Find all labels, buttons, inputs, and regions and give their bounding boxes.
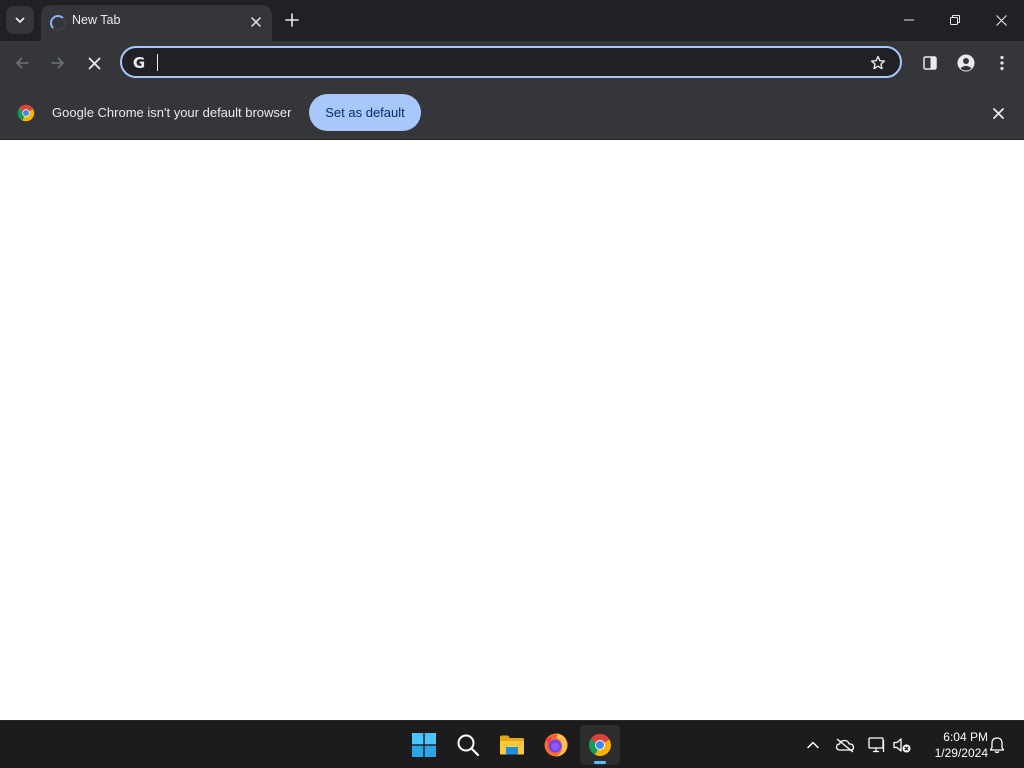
browser-tab[interactable]: New Tab	[41, 5, 272, 41]
volume-button[interactable]	[890, 733, 914, 757]
infobar-message: Google Chrome isn't your default browser	[52, 105, 292, 120]
tab-search-button[interactable]	[6, 6, 34, 34]
search-icon	[457, 734, 480, 757]
profile-button[interactable]	[952, 49, 980, 77]
restore-button[interactable]	[932, 0, 978, 40]
plus-icon	[285, 13, 299, 27]
clock-date: 1/29/2024	[934, 746, 988, 760]
active-app-indicator	[594, 761, 606, 764]
google-search-icon: G	[132, 54, 146, 72]
notifications-button[interactable]	[985, 733, 1009, 757]
more-vertical-icon	[1000, 55, 1004, 71]
arrow-left-icon	[16, 57, 29, 69]
close-icon	[995, 14, 1007, 26]
volume-muted-icon	[893, 738, 911, 753]
tab-close-button[interactable]	[246, 12, 266, 32]
chrome-logo-icon	[17, 104, 35, 122]
windows-taskbar: 6:04 PM 1/29/2024	[0, 720, 1024, 768]
new-tab-button[interactable]	[280, 8, 304, 32]
file-explorer-button[interactable]	[492, 725, 532, 765]
forward-button[interactable]	[44, 49, 72, 77]
back-button[interactable]	[8, 49, 36, 77]
folder-icon	[500, 735, 524, 755]
clock-time: 6:04 PM	[943, 730, 988, 744]
chrome-taskbar-button[interactable]	[580, 725, 620, 765]
minimize-button[interactable]	[886, 0, 932, 40]
tab-title: New Tab	[72, 13, 121, 27]
star-icon	[870, 55, 886, 70]
start-button[interactable]	[404, 725, 444, 765]
onedrive-offline-icon	[835, 738, 855, 753]
firefox-icon	[544, 733, 568, 757]
window-close-button[interactable]	[978, 0, 1024, 40]
infobar-close-button[interactable]	[988, 103, 1008, 123]
network-icon	[868, 737, 885, 753]
windows-logo-icon	[412, 733, 436, 757]
side-panel-icon	[923, 56, 937, 70]
firefox-button[interactable]	[536, 725, 576, 765]
arrow-right-icon	[51, 57, 64, 69]
restore-icon	[950, 15, 960, 25]
close-icon	[251, 17, 261, 27]
loading-spinner-icon	[50, 15, 66, 31]
chrome-icon	[589, 734, 611, 757]
stop-icon	[88, 57, 100, 69]
taskbar-search-button[interactable]	[448, 725, 488, 765]
bookmark-button[interactable]	[868, 53, 888, 73]
text-caret	[157, 54, 158, 71]
show-hidden-icons-button[interactable]	[801, 733, 825, 757]
stop-loading-button[interactable]	[80, 49, 108, 77]
page-content	[0, 140, 1024, 720]
address-input[interactable]	[156, 52, 856, 74]
chevron-down-icon	[15, 17, 25, 23]
toolbar: G	[0, 41, 1024, 85]
set-as-default-button[interactable]: Set as default	[309, 94, 421, 131]
side-panel-button[interactable]	[916, 49, 944, 77]
network-button[interactable]	[865, 733, 889, 757]
menu-button[interactable]	[988, 49, 1016, 77]
onedrive-button[interactable]	[833, 733, 857, 757]
notification-bell-icon	[989, 737, 1005, 754]
minimize-icon	[904, 19, 914, 21]
chevron-up-icon	[807, 741, 819, 749]
title-bar: New Tab	[0, 0, 1024, 41]
profile-icon	[957, 54, 975, 72]
address-bar[interactable]: G	[120, 46, 902, 78]
default-browser-infobar: Google Chrome isn't your default browser…	[0, 85, 1024, 140]
system-clock[interactable]: 6:04 PM 1/29/2024	[918, 729, 988, 761]
close-icon	[992, 107, 1004, 119]
